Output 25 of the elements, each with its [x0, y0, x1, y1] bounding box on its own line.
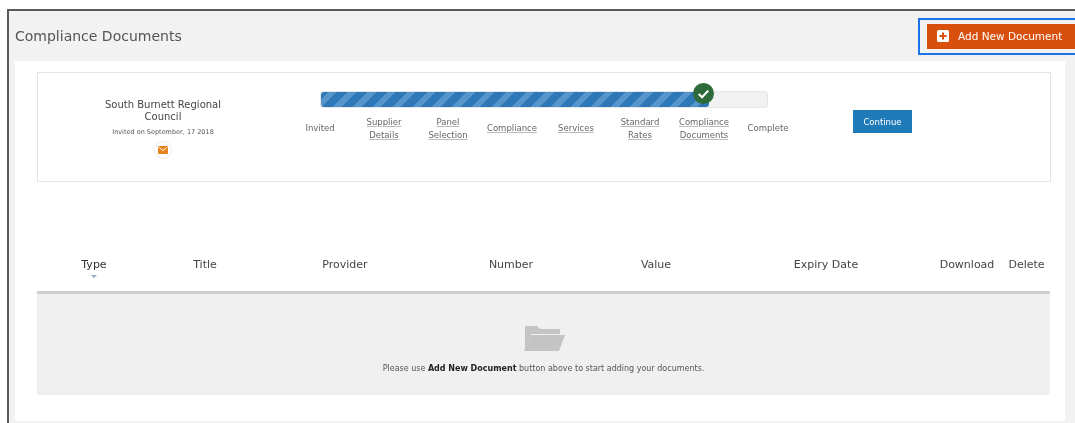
column-header[interactable]: Provider [322, 258, 368, 271]
step-link[interactable]: Standard Rates [608, 116, 672, 142]
column-header[interactable]: Value [640, 258, 672, 271]
step-link[interactable]: Panel Selection [416, 116, 480, 142]
step-link[interactable]: Services [558, 122, 594, 135]
column-header[interactable]: Download [939, 258, 995, 271]
folder-icon [522, 324, 565, 352]
add-document-button[interactable]: Add New Document [927, 23, 1075, 49]
empty-message: Please use Add New Document button above to start adding your documents. [382, 364, 705, 373]
sort-icon [91, 275, 97, 278]
step-label: Complete [747, 122, 789, 135]
column-header[interactable]: Number [488, 258, 534, 271]
organisation-name: South Burnett Regional Council [104, 99, 222, 123]
column-header[interactable]: Delete [1008, 258, 1045, 271]
page-title: Compliance Documents [15, 28, 182, 44]
step-label: Invited [305, 122, 335, 135]
column-header[interactable]: Expiry Date [793, 258, 859, 271]
step-link[interactable]: Compliance [486, 122, 537, 135]
column-header[interactable]: Type [81, 258, 107, 271]
step-link[interactable]: Compliance Documents [672, 116, 736, 142]
plus-icon [937, 30, 949, 42]
mail-icon[interactable] [155, 142, 171, 158]
column-header[interactable]: Title [193, 258, 217, 271]
continue-button[interactable]: Continue [853, 110, 912, 133]
step-link[interactable]: Supplier Details [352, 116, 416, 142]
